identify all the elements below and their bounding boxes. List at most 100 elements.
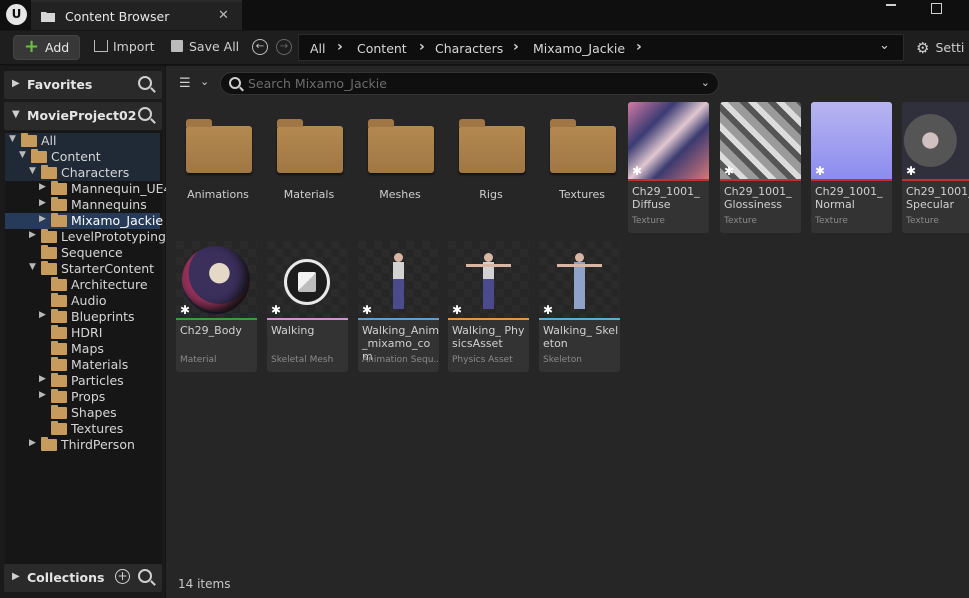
tree-item-levelprototyping[interactable]: ▶ LevelPrototyping (5, 229, 166, 245)
tree-item-sequence[interactable]: Sequence (5, 245, 160, 261)
breadcrumb-all[interactable]: All (310, 41, 326, 56)
project-header[interactable]: ▼ MovieProject02 (4, 102, 162, 130)
gear-icon: ⚙ (916, 39, 930, 57)
search-icon (229, 77, 241, 89)
chevron-right-icon[interactable]: › (636, 39, 642, 55)
favorites-header[interactable]: ▶ Favorites (4, 71, 162, 99)
filter-icon[interactable]: ☰ (179, 76, 195, 91)
collections-header[interactable]: ▶ Collections + (4, 564, 162, 592)
back-arrow-icon[interactable]: ← (252, 39, 268, 55)
chevron-right-icon[interactable]: › (513, 39, 519, 55)
tree-item-label: HDRI (71, 325, 103, 340)
expand-arrow-icon[interactable]: ▶ (12, 571, 20, 582)
add-collection-icon[interactable]: + (115, 569, 130, 584)
asset-tile[interactable]: ✱ Walking_ Skeleton Skeleton (539, 241, 620, 372)
collapse-arrow-icon[interactable]: ▼ (29, 166, 36, 176)
expand-arrow-icon[interactable]: ▶ (39, 374, 46, 384)
tree-item-label: Blueprints (71, 309, 135, 324)
breadcrumb-mixamo-jackie[interactable]: Mixamo_Jackie (533, 41, 625, 56)
collapse-arrow-icon[interactable]: ▼ (19, 150, 26, 160)
collapse-arrow-icon[interactable]: ▼ (12, 109, 20, 120)
chevron-down-icon[interactable]: ⌄ (200, 75, 209, 88)
asset-tile[interactable]: ✱ Ch29_1001_ Specular Texture (902, 102, 969, 233)
asset-type-color-bar (358, 318, 439, 320)
minimize-icon[interactable] (886, 4, 896, 6)
tree-item-characters[interactable]: ▼ Characters (5, 165, 160, 181)
search-input[interactable] (248, 75, 688, 92)
search-field[interactable]: ⌄ (220, 72, 719, 95)
tree-item-materials[interactable]: Materials (5, 357, 160, 373)
tree-item-architecture[interactable]: Architecture (5, 277, 160, 293)
search-icon[interactable] (138, 107, 152, 121)
asset-tile[interactable]: ✱ Walking Skeletal Mesh (267, 241, 348, 372)
search-icon[interactable] (138, 76, 152, 90)
import-label: Import (113, 39, 155, 54)
expand-arrow-icon[interactable]: ▶ (39, 214, 46, 224)
expand-arrow-icon[interactable]: ▶ (29, 230, 36, 240)
asset-tile[interactable]: ✱ Walking_Anim _mixamo_com Animation Sequ.… (358, 241, 439, 372)
tree-item-hdri[interactable]: HDRI (5, 325, 160, 341)
add-label: Add (45, 40, 70, 55)
asset-tile[interactable]: ✱ Ch29_Body Material (176, 241, 257, 372)
tab-close-icon[interactable]: ✕ (218, 8, 229, 23)
expand-arrow-icon[interactable]: ▶ (39, 310, 46, 320)
maximize-icon[interactable] (931, 3, 942, 14)
folder-tile-meshes[interactable]: Meshes (362, 111, 438, 221)
tree-item-label: Mixamo_Jackie (71, 213, 164, 228)
folder-label: Animations (187, 188, 249, 201)
save-all-button[interactable]: Save All (171, 39, 239, 54)
breadcrumb-characters[interactable]: Characters (435, 41, 503, 56)
expand-arrow-icon[interactable]: ▶ (39, 182, 46, 192)
asset-type-color-bar (902, 179, 969, 181)
chevron-right-icon[interactable]: › (337, 39, 343, 55)
tree-item-shapes[interactable]: Shapes (5, 405, 160, 421)
folder-tile-animations[interactable]: Animations (180, 111, 256, 221)
toolbar: + Add Import Save All ← → All › Content … (0, 31, 969, 65)
folder-icon (41, 245, 57, 259)
tree-item-mannequin-ue4[interactable]: ▶ Mannequin_UE4 (5, 181, 171, 197)
collapse-arrow-icon[interactable]: ▼ (9, 134, 16, 144)
asset-name: Ch29_1001_ Diffuse (632, 185, 700, 211)
asset-tile[interactable]: ✱ Ch29_1001_ Glossiness Texture (720, 102, 801, 233)
breadcrumb-content[interactable]: Content (357, 41, 407, 56)
expand-arrow-icon[interactable]: ▶ (39, 390, 46, 400)
unsaved-star-icon: ✱ (180, 303, 191, 317)
collapse-arrow-icon[interactable]: ▼ (29, 262, 36, 272)
folder-tile-materials[interactable]: Materials (271, 111, 347, 221)
asset-tile[interactable]: ✱ Ch29_1001_ Normal Texture (811, 102, 892, 233)
forward-arrow-icon[interactable]: → (276, 39, 292, 55)
asset-tile[interactable]: ✱ Walking_ PhysicsAsset Physics Asset (448, 241, 529, 372)
tree-item-content[interactable]: ▼ Content (5, 149, 160, 165)
chevron-right-icon[interactable]: › (419, 39, 425, 55)
tree-item-particles[interactable]: ▶ Particles (5, 373, 160, 389)
tree-item-maps[interactable]: Maps (5, 341, 160, 357)
tab-content-browser[interactable]: Content Browser ✕ (31, 0, 242, 30)
asset-type: Texture (815, 216, 848, 226)
settings-button[interactable]: ⚙ Setti (916, 39, 964, 57)
unsaved-star-icon: ✱ (724, 164, 735, 178)
tree-item-audio[interactable]: Audio (5, 293, 160, 309)
tree-item-textures[interactable]: Textures (5, 421, 160, 437)
add-button[interactable]: + Add (13, 35, 80, 60)
tree-item-mannequins[interactable]: ▶ Mannequins (5, 197, 160, 213)
expand-arrow-icon[interactable]: ▶ (29, 438, 36, 448)
tree-item-all[interactable]: ▼ All (5, 133, 160, 149)
asset-tile[interactable]: ✱ Ch29_1001_ Diffuse Texture (628, 102, 709, 233)
tree-item-props[interactable]: ▶ Props (5, 389, 160, 405)
import-button[interactable]: Import (94, 39, 155, 54)
expand-arrow-icon[interactable]: ▶ (39, 198, 46, 208)
folder-tile-textures[interactable]: Textures (544, 111, 620, 221)
collections-title: Collections (27, 570, 105, 585)
tree-item-startercontent[interactable]: ▼ StarterContent (5, 261, 160, 277)
tree-item-label: Mannequin_UE4 (71, 181, 172, 196)
folder-icon (41, 261, 57, 275)
tree-item-thirdperson[interactable]: ▶ ThirdPerson (5, 437, 160, 453)
tree-item-blueprints[interactable]: ▶ Blueprints (5, 309, 160, 325)
folder-tile-rigs[interactable]: Rigs (453, 111, 529, 221)
unreal-logo-icon[interactable]: U (6, 4, 27, 25)
expand-arrow-icon[interactable]: ▶ (12, 78, 20, 89)
chevron-down-icon[interactable]: ⌄ (701, 76, 710, 89)
chevron-down-icon[interactable]: ⌄ (879, 38, 890, 53)
tree-item-mixamo-jackie[interactable]: ▶ Mixamo_Jackie (5, 213, 164, 229)
search-icon[interactable] (138, 569, 152, 583)
